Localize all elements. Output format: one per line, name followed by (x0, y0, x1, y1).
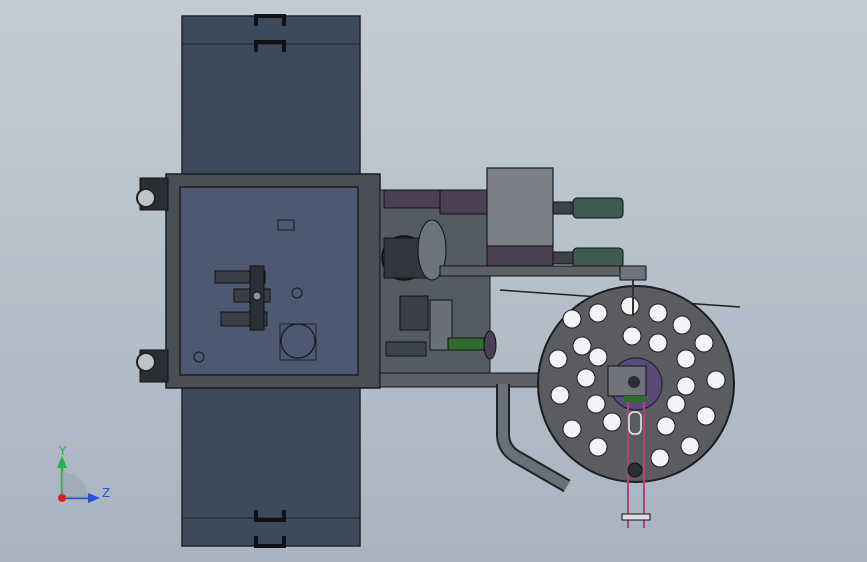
outer-panel-bottom[interactable] (181, 385, 361, 548)
roller-upper[interactable] (552, 197, 624, 219)
triad-y-label: Y (58, 444, 67, 458)
rotary-indexing-disc[interactable] (537, 285, 735, 483)
outer-panel-top[interactable] (181, 14, 361, 177)
roller-lower[interactable] (552, 247, 624, 269)
caster-bottom[interactable] (136, 349, 169, 383)
orientation-triad: Y Z (57, 444, 110, 503)
caster-top[interactable] (136, 177, 169, 211)
triad-z-label: Z (102, 486, 110, 500)
cad-graphics-viewport[interactable]: Y Z (0, 0, 867, 562)
motor-housing-box[interactable] (486, 167, 554, 269)
drive-mechanism[interactable] (379, 189, 497, 381)
main-frame[interactable] (165, 173, 381, 389)
